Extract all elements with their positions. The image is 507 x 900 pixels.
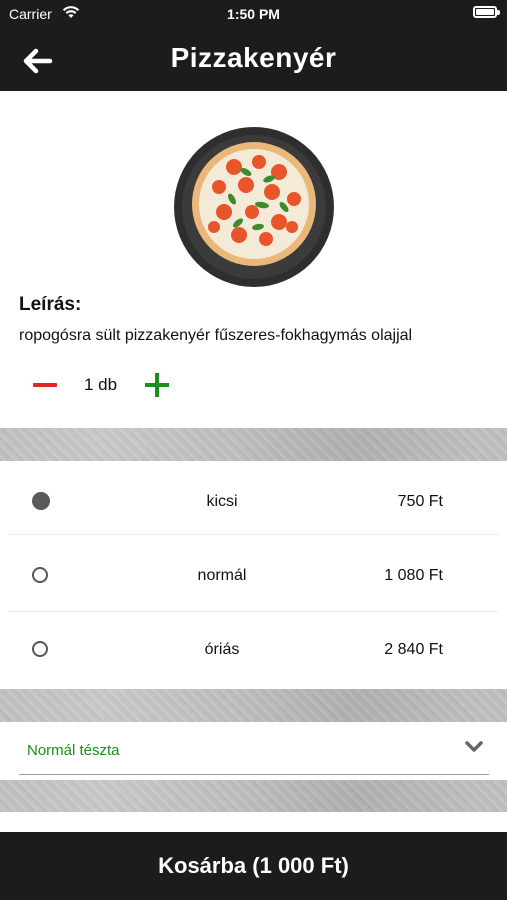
size-option-normal[interactable]: normál 1 080 Ft [0, 538, 507, 612]
page-title: Pizzakenyér [170, 42, 337, 73]
dough-select[interactable]: Normál tészta [19, 722, 489, 775]
size-name: kicsi [206, 493, 238, 510]
dough-section: Normál tészta [0, 722, 507, 780]
size-price: 2 840 Ft [384, 641, 443, 658]
battery-icon [473, 6, 500, 18]
add-to-cart-button[interactable]: Kosárba (1 000 Ft) [0, 832, 507, 900]
size-name: normál [197, 567, 247, 584]
status-bar: Carrier 1:50 PM [0, 0, 507, 28]
chevron-down-icon [465, 741, 483, 752]
description-text: ropogósra sült pizzakenyér fűszeres-fokh… [19, 327, 413, 344]
description-label: Leírás: [19, 294, 82, 315]
size-option-giant[interactable]: óriás 2 840 Ft [0, 612, 507, 686]
add-to-cart-label: Kosárba (1 000 Ft) [158, 853, 349, 878]
divider-band [0, 428, 507, 461]
size-price: 1 080 Ft [384, 567, 443, 584]
dough-selected-value: Normál tészta [27, 742, 120, 759]
quantity-value: 1 db [84, 375, 118, 394]
product-image [174, 127, 334, 287]
size-options: kicsi 750 Ft normál 1 080 Ft óriás 2 840… [0, 461, 507, 689]
size-price: 750 Ft [397, 493, 443, 510]
top-bar: Carrier 1:50 PM Pizzakenyér [0, 0, 507, 91]
radio-button[interactable] [32, 567, 48, 583]
divider-band [0, 780, 507, 812]
size-name: óriás [204, 641, 240, 658]
size-option-small[interactable]: kicsi 750 Ft [0, 461, 507, 535]
minus-icon[interactable] [32, 372, 58, 398]
divider-band [0, 689, 507, 722]
radio-button[interactable] [32, 492, 50, 510]
plus-icon[interactable] [144, 372, 170, 398]
status-time: 1:50 PM [227, 6, 280, 22]
radio-button[interactable] [32, 641, 48, 657]
